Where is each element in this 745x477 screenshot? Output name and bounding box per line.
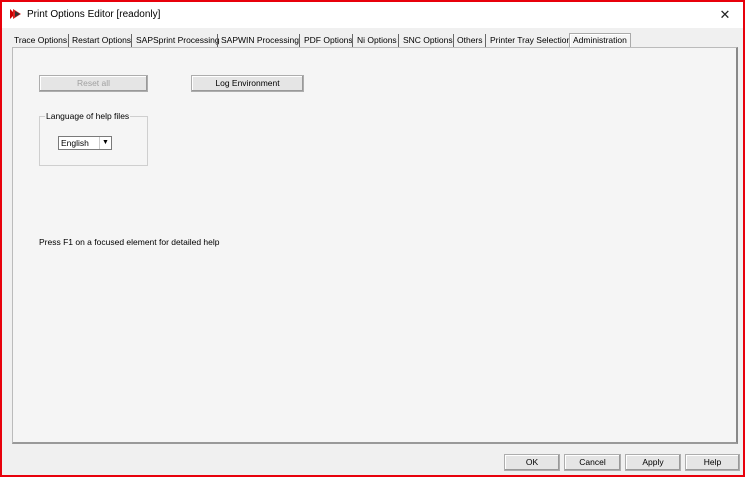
ok-button[interactable]: OK [504, 454, 560, 471]
reset-all-button[interactable]: Reset all [39, 75, 148, 92]
tab-pdf-options[interactable]: PDF Options [302, 34, 355, 47]
close-icon[interactable]: ✕ [714, 5, 736, 25]
help-hint-text: Press F1 on a focused element for detail… [39, 237, 220, 247]
tab-separator [68, 34, 69, 47]
tab-printer-tray-selection[interactable]: Printer Tray Selection [488, 34, 573, 47]
tab-trace-options[interactable]: Trace Options [12, 34, 69, 47]
tab-sapsprint-processing[interactable]: SAPSprint Processing [134, 34, 222, 47]
tab-separator [299, 34, 300, 47]
tab-separator [352, 34, 353, 47]
tab-snc-options[interactable]: SNC Options [401, 34, 455, 47]
print-options-editor-window: Print Options Editor [readonly] ✕ Trace … [0, 0, 745, 477]
tab-separator [217, 34, 218, 47]
tab-separator [131, 34, 132, 47]
tab-administration[interactable]: Administration [569, 33, 631, 47]
tab-separator [453, 34, 454, 47]
tab-ni-options[interactable]: Ni Options [355, 34, 399, 47]
window-title: Print Options Editor [readonly] [27, 9, 161, 20]
tab-restart-options[interactable]: Restart Options [70, 34, 133, 47]
title-bar: Print Options Editor [readonly] ✕ [2, 2, 743, 28]
language-group: Language of help files English ▼ [39, 111, 148, 166]
chevron-down-icon[interactable]: ▼ [99, 137, 111, 149]
log-environment-button[interactable]: Log Environment [191, 75, 304, 92]
apply-button[interactable]: Apply [625, 454, 681, 471]
language-value: English [61, 138, 89, 148]
tab-separator [398, 34, 399, 47]
language-group-label: Language of help files [45, 111, 131, 121]
tab-separator [485, 34, 486, 47]
app-icon [9, 8, 22, 20]
help-button[interactable]: Help [685, 454, 740, 471]
language-select[interactable]: English ▼ [58, 136, 112, 150]
cancel-button[interactable]: Cancel [564, 454, 621, 471]
tab-others[interactable]: Others [455, 34, 485, 47]
tab-sapwin-processing[interactable]: SAPWIN Processing [219, 34, 301, 47]
